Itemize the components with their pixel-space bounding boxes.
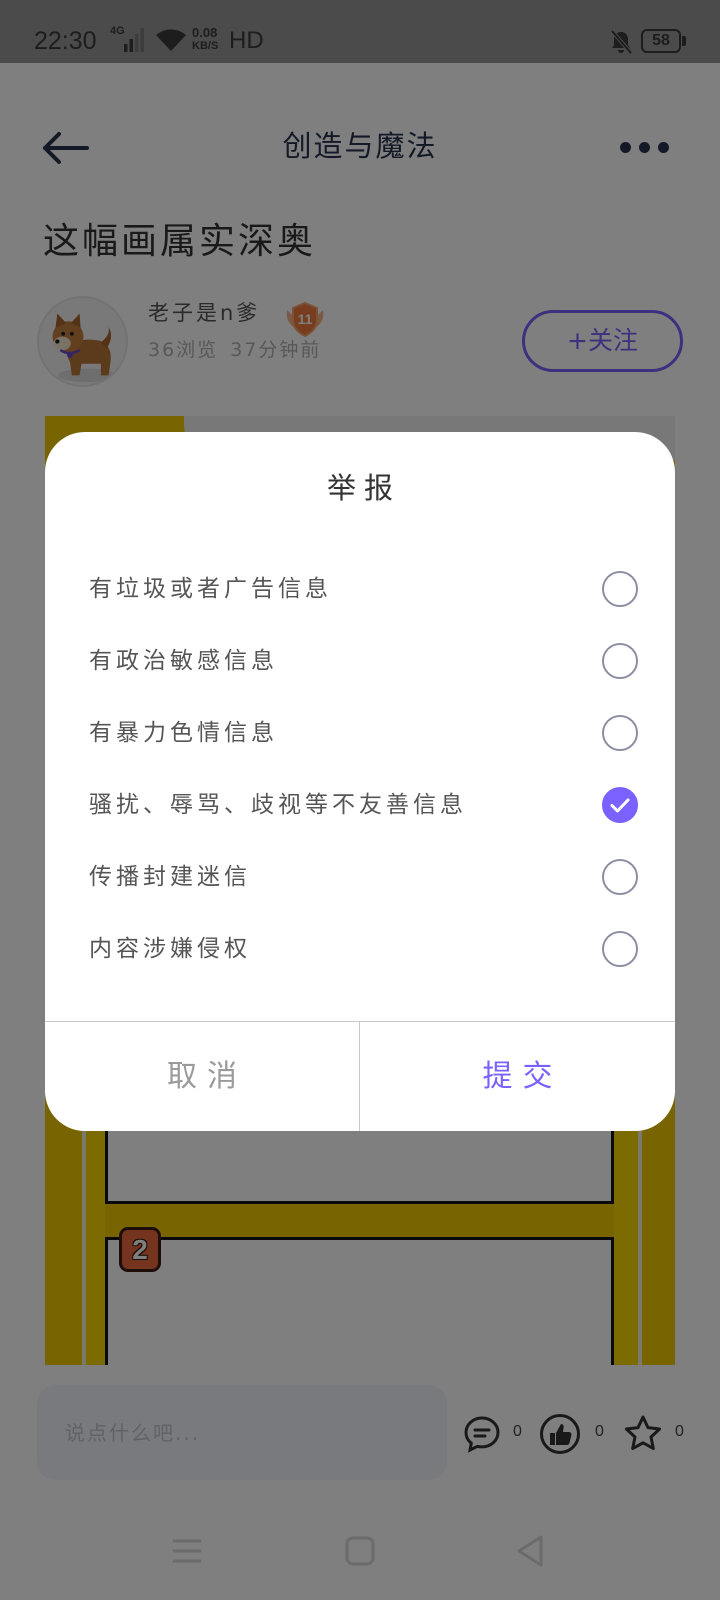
cancel-button[interactable]: 取消 <box>45 1022 360 1131</box>
option-radio[interactable] <box>602 715 638 751</box>
submit-button[interactable]: 提交 <box>360 1022 675 1131</box>
option-radio[interactable] <box>602 859 638 895</box>
option-radio[interactable] <box>602 787 638 823</box>
report-option-label: 传播封建迷信 <box>89 864 251 890</box>
report-option-label: 内容涉嫌侵权 <box>89 936 251 962</box>
report-option-label: 有暴力色情信息 <box>89 720 278 746</box>
option-radio[interactable] <box>602 643 638 679</box>
report-dialog: 举报 有垃圾或者广告信息 有政治敏感信息 有暴力色情信息 骚扰、辱骂、歧视等不友… <box>45 432 675 1131</box>
report-option[interactable]: 传播封建迷信 <box>45 841 675 913</box>
dialog-footer: 取消 提交 <box>45 1021 675 1131</box>
report-option-label: 有垃圾或者广告信息 <box>89 576 332 602</box>
report-option[interactable]: 内容涉嫌侵权 <box>45 913 675 985</box>
check-icon <box>610 798 630 813</box>
option-radio[interactable] <box>602 931 638 967</box>
report-option[interactable]: 骚扰、辱骂、歧视等不友善信息 <box>45 769 675 841</box>
report-options: 有垃圾或者广告信息 有政治敏感信息 有暴力色情信息 骚扰、辱骂、歧视等不友善信息… <box>45 553 675 985</box>
report-option[interactable]: 有垃圾或者广告信息 <box>45 553 675 625</box>
report-option[interactable]: 有政治敏感信息 <box>45 625 675 697</box>
dialog-title: 举报 <box>326 471 401 505</box>
report-option-label: 有政治敏感信息 <box>89 648 278 674</box>
report-option-label: 骚扰、辱骂、歧视等不友善信息 <box>89 792 467 818</box>
report-option[interactable]: 有暴力色情信息 <box>45 697 675 769</box>
option-radio[interactable] <box>602 571 638 607</box>
